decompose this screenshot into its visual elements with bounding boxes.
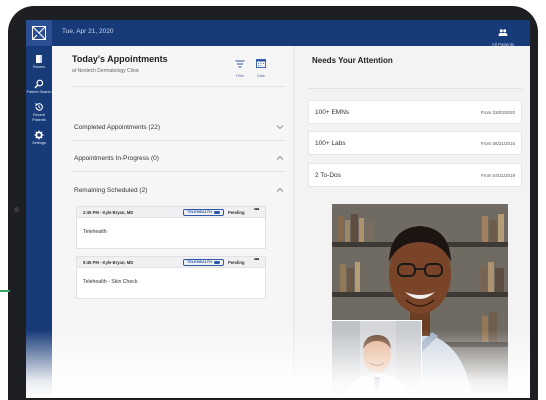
attention-item-date: From 04/11/2019	[481, 173, 515, 178]
appointments-panel: Today's Appointments at Nextech Dermatol…	[52, 46, 294, 398]
section-divider	[72, 140, 286, 141]
telehealth-badge: TELEHEALTH	[183, 259, 224, 266]
app-logo[interactable]	[26, 20, 52, 46]
appointment-card-body: Telehealth - Skin Check	[77, 268, 265, 298]
section-label: Completed Appointments (22)	[74, 124, 160, 131]
badge-label: TELEHEALTH	[187, 260, 212, 265]
sidebar-item-settings[interactable]: Settings	[26, 130, 52, 146]
appointment-time: 2:45 PM - Kyle Bryan, MD	[83, 210, 134, 215]
page-title: Today's Appointments	[72, 54, 168, 64]
section-label: Remaining Scheduled (2)	[74, 187, 148, 194]
appointment-card-body: Telehealth	[77, 218, 265, 248]
sidebar-item-recent-patients[interactable]: Recent Patients	[26, 102, 52, 122]
history-icon	[35, 103, 43, 111]
self-view-video[interactable]	[332, 320, 422, 398]
sidebar-item-label: Settings	[32, 141, 46, 145]
video-icon	[213, 210, 220, 215]
more-options-button[interactable]: •••	[254, 207, 259, 213]
all-patients-button[interactable]: All Patients	[484, 23, 522, 47]
accent-line	[0, 290, 10, 292]
app-screen: Tue, Apr 21, 2020 All Patients Rooms Pat…	[26, 20, 530, 398]
appointment-card[interactable]: 9:45 PM - Kyle Bryan, MD TELEHEALTH Pend…	[76, 256, 266, 299]
filter-label: Filter	[235, 74, 245, 78]
badge-label: TELEHEALTH	[187, 210, 212, 215]
attention-item-label: 2 To-Dos	[315, 172, 341, 179]
section-label: Appointments In-Progress (0)	[74, 155, 159, 162]
appointment-card-header: 2:45 PM - Kyle Bryan, MD TELEHEALTH Pend…	[77, 207, 265, 218]
sidebar-item-label: Rooms	[32, 65, 46, 69]
date-button[interactable]: Date	[253, 55, 269, 78]
rooms-icon	[36, 55, 42, 63]
attention-item-date: From 08/21/2015	[480, 141, 515, 146]
search-icon	[34, 79, 44, 88]
attention-item-labs[interactable]: 100+ Labs From 08/21/2015	[308, 131, 522, 155]
sidebar-item-label: Patient Search	[26, 89, 52, 94]
top-bar: Tue, Apr 21, 2020 All Patients	[26, 20, 530, 47]
section-divider	[72, 171, 286, 172]
clinic-subtitle: at Nextech Dermatology Clinic	[72, 68, 140, 74]
status-badge: Pending	[228, 210, 245, 215]
local-participant-video	[332, 321, 421, 398]
status-badge: Pending	[228, 260, 245, 265]
chevron-up-icon	[276, 187, 284, 192]
sidebar-item-label: Recent Patients	[32, 113, 46, 122]
attention-item-emns[interactable]: 100+ EMNs From 03/03/2020	[308, 100, 522, 124]
attention-title: Needs Your Attention	[312, 56, 393, 65]
remaining-scheduled-section[interactable]: Remaining Scheduled (2)	[72, 185, 286, 199]
attention-item-label: 100+ Labs	[315, 140, 346, 147]
calendar-icon	[256, 59, 266, 68]
gear-icon	[34, 130, 44, 140]
header-divider	[308, 88, 522, 89]
appointment-time: 9:45 PM - Kyle Bryan, MD	[83, 260, 134, 265]
date-label: Date	[256, 74, 266, 78]
filter-icon	[235, 60, 245, 68]
appointment-description: Telehealth - Skin Check	[83, 279, 138, 285]
sidebar: Rooms Patient Search Recent Patients Set…	[26, 46, 52, 398]
sidebar-item-patient-search[interactable]: Patient Search	[26, 79, 52, 95]
sidebar-item-rooms[interactable]: Rooms	[26, 54, 52, 70]
attention-item-date: From 03/03/2020	[480, 110, 515, 115]
people-icon	[498, 29, 508, 36]
video-call-feed[interactable]	[332, 204, 508, 398]
current-date: Tue, Apr 21, 2020	[62, 28, 114, 35]
appointment-card-header: 9:45 PM - Kyle Bryan, MD TELEHEALTH Pend…	[77, 257, 265, 268]
tablet-camera	[14, 207, 19, 212]
header-divider	[72, 86, 286, 87]
attention-item-label: 100+ EMNs	[315, 109, 350, 116]
attention-item-todos[interactable]: 2 To-Dos From 04/11/2019	[308, 163, 522, 187]
filter-button[interactable]: Filter	[232, 55, 248, 78]
attention-panel: Needs Your Attention 100+ EMNs From 03/0…	[294, 46, 530, 398]
logo-icon	[32, 26, 46, 40]
telehealth-badge: TELEHEALTH	[183, 209, 224, 216]
chevron-down-icon	[276, 125, 284, 130]
appointment-description: Telehealth	[83, 229, 107, 235]
video-icon	[213, 260, 220, 265]
in-progress-section[interactable]: Appointments In-Progress (0)	[72, 153, 286, 167]
appointment-card[interactable]: 2:45 PM - Kyle Bryan, MD TELEHEALTH Pend…	[76, 206, 266, 249]
completed-appointments-section[interactable]: Completed Appointments (22)	[72, 122, 286, 136]
more-options-button[interactable]: •••	[254, 257, 259, 263]
chevron-up-icon	[276, 155, 284, 160]
